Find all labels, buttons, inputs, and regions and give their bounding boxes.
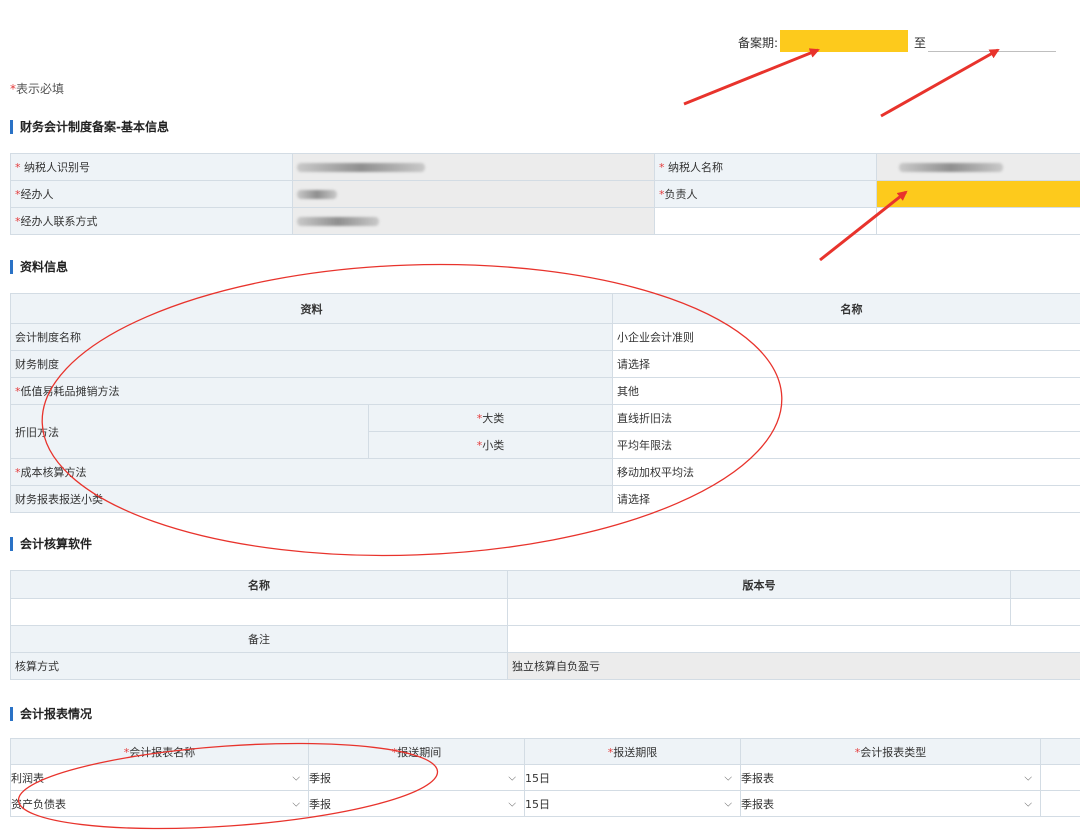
column-header-report-type: *会计报表类型 [740, 738, 1041, 765]
software-name-input[interactable] [10, 598, 508, 626]
chevron-down-icon: ⌵ [724, 772, 732, 783]
column-header-software-name: 名称 [10, 570, 508, 599]
required-note: *表示必填 [10, 82, 65, 96]
software-title: 会计核算软件 [10, 537, 92, 551]
depreciation-major-select[interactable]: 直线折旧法 [612, 404, 1080, 432]
redacted-value [297, 217, 379, 226]
report-period-select[interactable]: 季报 ⌵ [308, 764, 525, 791]
column-header-name: 名称 [612, 293, 1080, 324]
financial-system-label: 财务制度 [10, 350, 613, 378]
column-header-report-deadline: *报送期限 [524, 738, 741, 765]
reports-table: *会计报表名称 *报送期间 *报送期限 *会计报表类型 利润表 ⌵ 季报 ⌵ 15日… [10, 738, 1080, 817]
column-header-report-name: *会计报表名称 [10, 738, 309, 765]
remarks-label: 备注 [10, 625, 508, 653]
column-header-report-period: *报送期间 [308, 738, 525, 765]
software-version-input[interactable] [507, 598, 1011, 626]
filing-period-start-input[interactable] [780, 30, 908, 52]
chevron-down-icon: ⌵ [292, 772, 300, 783]
handler-label: *经办人 [10, 180, 293, 208]
empty-cell [1010, 598, 1080, 626]
handler-phone-label: *经办人联系方式 [10, 207, 293, 235]
column-header-extra [1040, 738, 1080, 765]
table-row: 资产负债表 ⌵ 季报 ⌵ 15日 ⌵ 季报表 ⌵ [10, 790, 1080, 817]
taxpayer-name-field[interactable] [876, 153, 1080, 181]
report-period-select[interactable]: 季报 ⌵ [308, 790, 525, 817]
taxpayer-id-label: * 纳税人识别号 [10, 153, 293, 181]
annotation-arrow [683, 48, 820, 106]
column-header-version: 版本号 [507, 570, 1011, 599]
column-header-extra [1010, 570, 1080, 599]
report-subcategory-label: 财务报表报送小类 [10, 485, 613, 513]
filing-period-end-input[interactable] [928, 30, 1056, 52]
table-row: 利润表 ⌵ 季报 ⌵ 15日 ⌵ 季报表 ⌵ [10, 764, 1080, 791]
table-row: * 纳税人识别号 * 纳税人名称 [10, 153, 1080, 181]
table-row: 财务报表报送小类 请选择 [10, 485, 1080, 513]
low-value-amortization-select[interactable]: 其他 [612, 377, 1080, 405]
remarks-input[interactable] [507, 625, 1080, 653]
financial-system-select[interactable]: 请选择 [612, 350, 1080, 378]
redacted-value [899, 163, 1003, 172]
depreciation-minor-label: *小类 [368, 431, 613, 459]
empty-cell [654, 207, 877, 235]
column-header-material: 资料 [10, 293, 613, 324]
responsible-person-label: *负责人 [654, 180, 877, 208]
chevron-down-icon: ⌵ [508, 798, 516, 809]
taxpayer-name-label: * 纳税人名称 [654, 153, 877, 181]
chevron-down-icon: ⌵ [1024, 798, 1032, 809]
table-row: *低值易耗品摊销方法 其他 [10, 377, 1080, 405]
materials-title: 资料信息 [10, 260, 68, 274]
accounting-method-label: 核算方式 [10, 652, 508, 680]
cost-accounting-select[interactable]: 移动加权平均法 [612, 458, 1080, 486]
report-name-select[interactable]: 利润表 ⌵ [10, 764, 309, 791]
table-row: 会计制度名称 小企业会计准则 [10, 323, 1080, 351]
taxpayer-id-field[interactable] [292, 153, 655, 181]
reports-title: 会计报表情况 [10, 707, 92, 721]
table-row: 折旧方法 *大类 直线折旧法 [10, 404, 1080, 459]
empty-cell [876, 207, 1080, 235]
report-name-select[interactable]: 资产负债表 ⌵ [10, 790, 309, 817]
table-row: *成本核算方法 移动加权平均法 [10, 458, 1080, 486]
chevron-down-icon: ⌵ [1024, 772, 1032, 783]
report-deadline-select[interactable]: 15日 ⌵ [524, 764, 741, 791]
chevron-down-icon: ⌵ [724, 798, 732, 809]
chevron-down-icon: ⌵ [292, 798, 300, 809]
accounting-system-name-label: 会计制度名称 [10, 323, 613, 351]
table-row: *经办人 *负责人 [10, 180, 1080, 208]
redacted-value [297, 190, 337, 199]
basic-info-table: * 纳税人识别号 * 纳税人名称 *经办人 *负责人 *经办人联系方式 [10, 153, 1080, 235]
filing-period-label: 备案期: [738, 36, 779, 50]
depreciation-major-label: *大类 [368, 404, 613, 432]
materials-table: 资料 名称 会计制度名称 小企业会计准则 财务制度 请选择 *低值易耗品摊销方法… [10, 293, 1080, 513]
depreciation-method-label: 折旧方法 [10, 404, 369, 459]
table-header-row: *会计报表名称 *报送期间 *报送期限 *会计报表类型 [10, 738, 1080, 765]
low-value-amortization-label: *低值易耗品摊销方法 [10, 377, 613, 405]
software-table: 名称 版本号 备注 核算方式 独立核算自负盈亏 [10, 570, 1080, 680]
table-row: *经办人联系方式 [10, 207, 1080, 235]
annotation-arrow [880, 48, 1000, 118]
table-row: 核算方式 独立核算自负盈亏 [10, 652, 1080, 680]
accounting-method-value: 独立核算自负盈亏 [507, 652, 1080, 680]
report-subcategory-select[interactable]: 请选择 [612, 485, 1080, 513]
report-deadline-select[interactable]: 15日 ⌵ [524, 790, 741, 817]
table-row: 财务制度 请选择 [10, 350, 1080, 378]
basic-info-title: 财务会计制度备案-基本信息 [10, 120, 169, 134]
handler-field[interactable] [292, 180, 655, 208]
depreciation-minor-select[interactable]: 平均年限法 [612, 431, 1080, 459]
cost-accounting-label: *成本核算方法 [10, 458, 613, 486]
table-header-row: 资料 名称 [10, 293, 1080, 324]
responsible-person-field[interactable] [876, 180, 1080, 208]
handler-phone-field[interactable] [292, 207, 655, 235]
table-row [10, 598, 1080, 626]
report-type-select[interactable]: 季报表 ⌵ [740, 790, 1041, 817]
redacted-value [297, 163, 425, 172]
empty-cell [1040, 790, 1080, 817]
filing-period-to-label: 至 [914, 36, 927, 50]
accounting-system-name-value[interactable]: 小企业会计准则 [612, 323, 1080, 351]
report-type-select[interactable]: 季报表 ⌵ [740, 764, 1041, 791]
table-header-row: 名称 版本号 [10, 570, 1080, 599]
table-row: 备注 [10, 625, 1080, 653]
chevron-down-icon: ⌵ [508, 772, 516, 783]
empty-cell [1040, 764, 1080, 791]
